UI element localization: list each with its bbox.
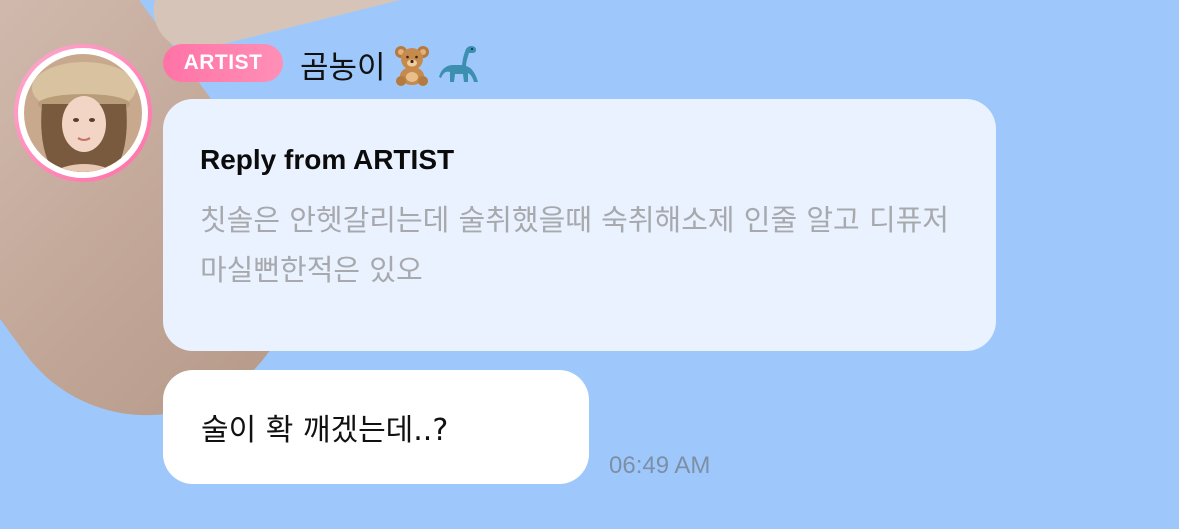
artist-avatar[interactable] (14, 44, 152, 182)
artist-name: 곰농이 (300, 49, 386, 86)
message-bubble[interactable]: 술이 확 깨겠는데..? (163, 370, 589, 484)
message-text: 술이 확 깨겠는데..? (201, 413, 449, 448)
avatar-photo (24, 54, 142, 172)
artist-name-row: 곰농이 (300, 40, 482, 88)
dinosaur-icon (438, 42, 482, 86)
reply-bubble[interactable]: Reply from ARTIST 칫솔은 안헷갈리는데 술취했을때 숙취해소제… (163, 99, 996, 351)
reply-quoted-text: 칫솔은 안헷갈리는데 술취했을때 숙취해소제 인줄 알고 디퓨저 마실뻔한적은 … (200, 203, 949, 287)
avatar-image (24, 54, 142, 172)
reply-title: Reply from ARTIST (200, 144, 455, 175)
message-timestamp: 06:49 AM (609, 452, 711, 479)
teddy-bear-icon (390, 42, 434, 86)
artist-badge: ARTIST (163, 44, 283, 82)
